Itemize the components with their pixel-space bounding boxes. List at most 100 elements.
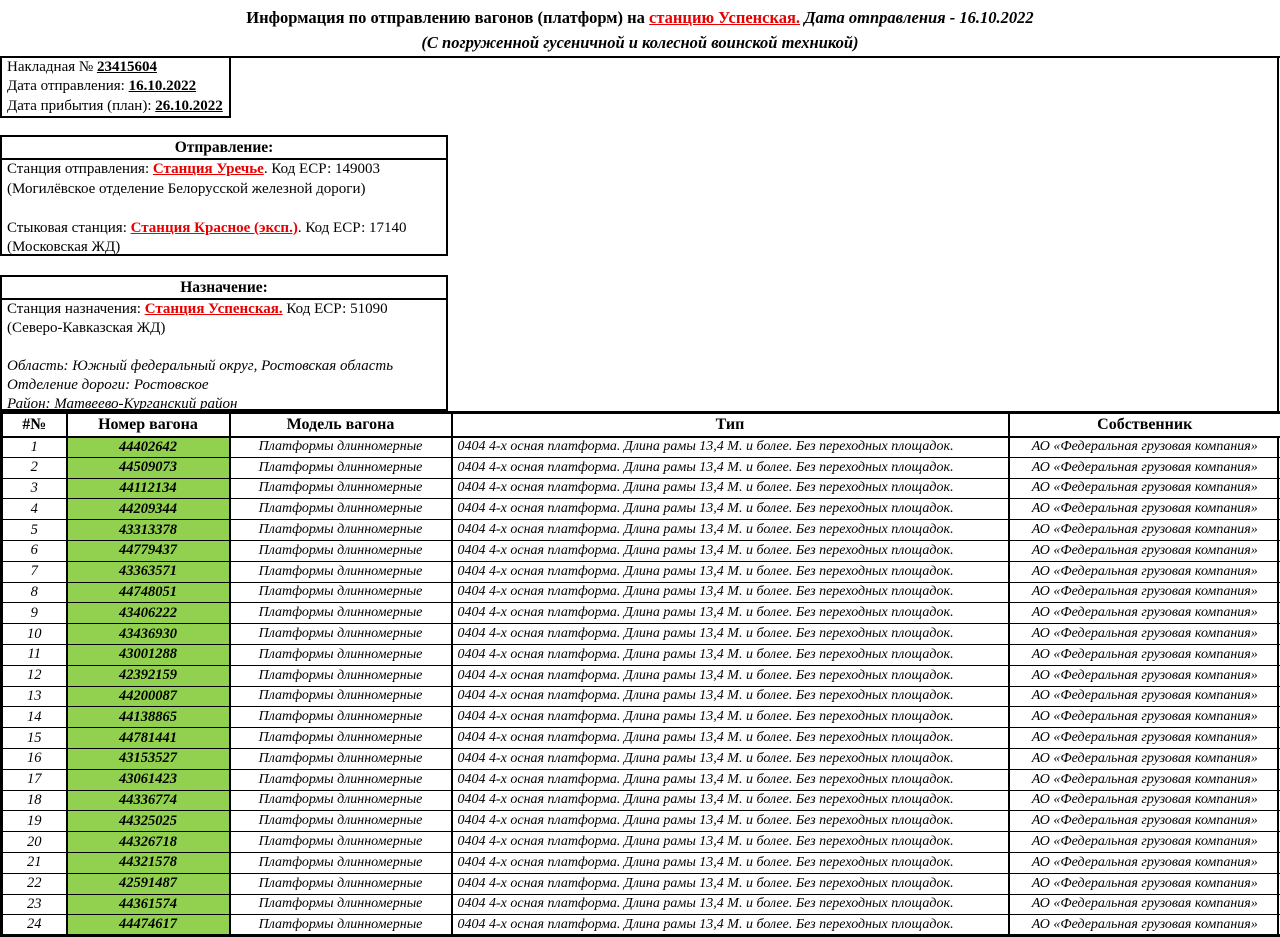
wagon-model-cell: Платформы длинномерные [230, 603, 452, 624]
wagon-number-cell: 44509073 [67, 457, 230, 478]
departure-date-value: 16.10.2022 [129, 78, 197, 94]
wagon-number-cell: 44361574 [67, 894, 230, 915]
wagon-owner-cell: АО «Федеральная грузовая компания» [1009, 915, 1280, 936]
waybill-number-line: Накладная № 23415604 [2, 58, 229, 77]
wagon-owner-cell: АО «Федеральная грузовая компания» [1009, 769, 1280, 790]
wagon-owner-cell: АО «Федеральная грузовая компания» [1009, 894, 1280, 915]
wagon-owner-cell: АО «Федеральная грузовая компания» [1009, 811, 1280, 832]
wagon-model-cell: Платформы длинномерные [230, 769, 452, 790]
wagon-table-header: #№ Номер вагона Модель вагона Тип Собств… [2, 413, 1280, 437]
wagon-number-cell: 44326718 [67, 832, 230, 853]
wagon-number-cell: 43436930 [67, 624, 230, 645]
header-index: #№ [2, 413, 67, 437]
wagon-model-cell: Платформы длинномерные [230, 499, 452, 520]
row-number: 22 [2, 873, 67, 894]
destination-station-link-2[interactable]: Станция Успенская. [145, 301, 283, 317]
title-text: Информация по отправлению вагонов (платф… [246, 8, 649, 27]
row-number: 15 [2, 728, 67, 749]
wagon-type-cell: 0404 4-х осная платформа. Длина рамы 13,… [452, 603, 1009, 624]
destination-station-link[interactable]: станцию Успенская. [649, 8, 800, 27]
table-row: 1444138865Платформы длинномерные0404 4-х… [2, 707, 1280, 728]
wagon-type-cell: 0404 4-х осная платформа. Длина рамы 13,… [452, 520, 1009, 541]
waybill-box: Накладная № 23415604 Дата отправления: 1… [0, 56, 231, 118]
wagon-type-cell: 0404 4-х осная платформа. Длина рамы 13,… [452, 499, 1009, 520]
wagon-owner-cell: АО «Федеральная грузовая компания» [1009, 499, 1280, 520]
wagon-owner-cell: АО «Федеральная грузовая компания» [1009, 644, 1280, 665]
wagon-number-cell: 43061423 [67, 769, 230, 790]
row-number: 5 [2, 520, 67, 541]
wagon-owner-cell: АО «Федеральная грузовая компания» [1009, 540, 1280, 561]
junction-station-label: Стыковая станция: [7, 220, 131, 236]
wagon-type-cell: 0404 4-х осная платформа. Длина рамы 13,… [452, 728, 1009, 749]
departure-station-link[interactable]: Станция Уречье [153, 161, 264, 177]
destination-road-division-line: Отделение дороги: Ростовское [2, 376, 446, 395]
table-row: 444209344Платформы длинномерные0404 4-х … [2, 499, 1280, 520]
row-number: 7 [2, 561, 67, 582]
header-owner: Собственник [1009, 413, 1280, 437]
header-row: #№ Номер вагона Модель вагона Тип Собств… [2, 413, 1280, 437]
wagon-type-cell: 0404 4-х осная платформа. Длина рамы 13,… [452, 873, 1009, 894]
wagon-number-cell: 43406222 [67, 603, 230, 624]
wagon-model-cell: Платформы длинномерные [230, 644, 452, 665]
wagon-table-body: 144402642Платформы длинномерные0404 4-х … [2, 437, 1280, 936]
departure-box: Отправление: Станция отправления: Станци… [0, 135, 448, 256]
wagon-owner-cell: АО «Федеральная грузовая компания» [1009, 665, 1280, 686]
destination-box: Назначение: Станция назначения: Станция … [0, 275, 448, 411]
document-page: Информация по отправлению вагонов (платф… [0, 0, 1280, 936]
wagon-owner-cell: АО «Федеральная грузовая компания» [1009, 582, 1280, 603]
wagon-type-cell: 0404 4-х осная платформа. Длина рамы 13,… [452, 790, 1009, 811]
junction-station-link[interactable]: Станция Красное (эксп.) [131, 220, 298, 236]
wagon-number-cell: 44402642 [67, 437, 230, 458]
wagon-owner-cell: АО «Федеральная грузовая компания» [1009, 748, 1280, 769]
destination-station-line: Станция назначения: Станция Успенская. К… [2, 300, 446, 319]
wagon-type-cell: 0404 4-х осная платформа. Длина рамы 13,… [452, 894, 1009, 915]
row-number: 8 [2, 582, 67, 603]
wagon-model-cell: Платформы длинномерные [230, 707, 452, 728]
row-number: 3 [2, 478, 67, 499]
wagon-number-cell: 44748051 [67, 582, 230, 603]
table-row: 743363571Платформы длинномерные0404 4-х … [2, 561, 1280, 582]
wagon-model-cell: Платформы длинномерные [230, 728, 452, 749]
blank-line [2, 199, 446, 219]
table-row: 644779437Платформы длинномерные0404 4-х … [2, 540, 1280, 561]
wagon-number-cell: 44325025 [67, 811, 230, 832]
arrival-date-value: 26.10.2022 [155, 98, 223, 114]
wagon-model-cell: Платформы длинномерные [230, 665, 452, 686]
wagon-model-cell: Платформы длинномерные [230, 748, 452, 769]
table-row: 1944325025Платформы длинномерные0404 4-х… [2, 811, 1280, 832]
header-wagon-number: Номер вагона [67, 413, 230, 437]
wagon-owner-cell: АО «Федеральная грузовая компания» [1009, 852, 1280, 873]
wagon-number-cell: 44779437 [67, 540, 230, 561]
wagon-model-cell: Платформы длинномерные [230, 582, 452, 603]
row-number: 11 [2, 644, 67, 665]
wagon-model-cell: Платформы длинномерные [230, 811, 452, 832]
wagon-type-cell: 0404 4-х осная платформа. Длина рамы 13,… [452, 540, 1009, 561]
wagon-number-cell: 43313378 [67, 520, 230, 541]
table-row: 1344200087Платформы длинномерные0404 4-х… [2, 686, 1280, 707]
wagon-model-cell: Платформы длинномерные [230, 457, 452, 478]
table-row: 1242392159Платформы длинномерные0404 4-х… [2, 665, 1280, 686]
wagon-type-cell: 0404 4-х осная платформа. Длина рамы 13,… [452, 644, 1009, 665]
row-number: 12 [2, 665, 67, 686]
wagon-owner-cell: АО «Федеральная грузовая компания» [1009, 478, 1280, 499]
row-number: 1 [2, 437, 67, 458]
wagon-type-cell: 0404 4-х осная платформа. Длина рамы 13,… [452, 457, 1009, 478]
destination-district-line: Район: Матвеево-Курганский район [2, 395, 446, 411]
arrival-date-label: Дата прибытия (план): [7, 98, 155, 114]
wagon-model-cell: Платформы длинномерные [230, 915, 452, 936]
table-row: 943406222Платформы длинномерные0404 4-х … [2, 603, 1280, 624]
table-row: 244509073Платформы длинномерные0404 4-х … [2, 457, 1280, 478]
table-row: 1743061423Платформы длинномерные0404 4-х… [2, 769, 1280, 790]
wagon-model-cell: Платформы длинномерные [230, 873, 452, 894]
wagon-owner-cell: АО «Федеральная грузовая компания» [1009, 728, 1280, 749]
junction-division-line: (Московская ЖД) [2, 238, 446, 256]
wagon-model-cell: Платформы длинномерные [230, 437, 452, 458]
wagon-number-cell: 42392159 [67, 665, 230, 686]
wagon-owner-cell: АО «Федеральная грузовая компания» [1009, 707, 1280, 728]
wagon-model-cell: Платформы длинномерные [230, 686, 452, 707]
destination-station-code: Код ЕСР: 51090 [283, 301, 388, 317]
row-number: 6 [2, 540, 67, 561]
wagon-number-cell: 44321578 [67, 852, 230, 873]
wagon-type-cell: 0404 4-х осная платформа. Длина рамы 13,… [452, 561, 1009, 582]
row-number: 20 [2, 832, 67, 853]
